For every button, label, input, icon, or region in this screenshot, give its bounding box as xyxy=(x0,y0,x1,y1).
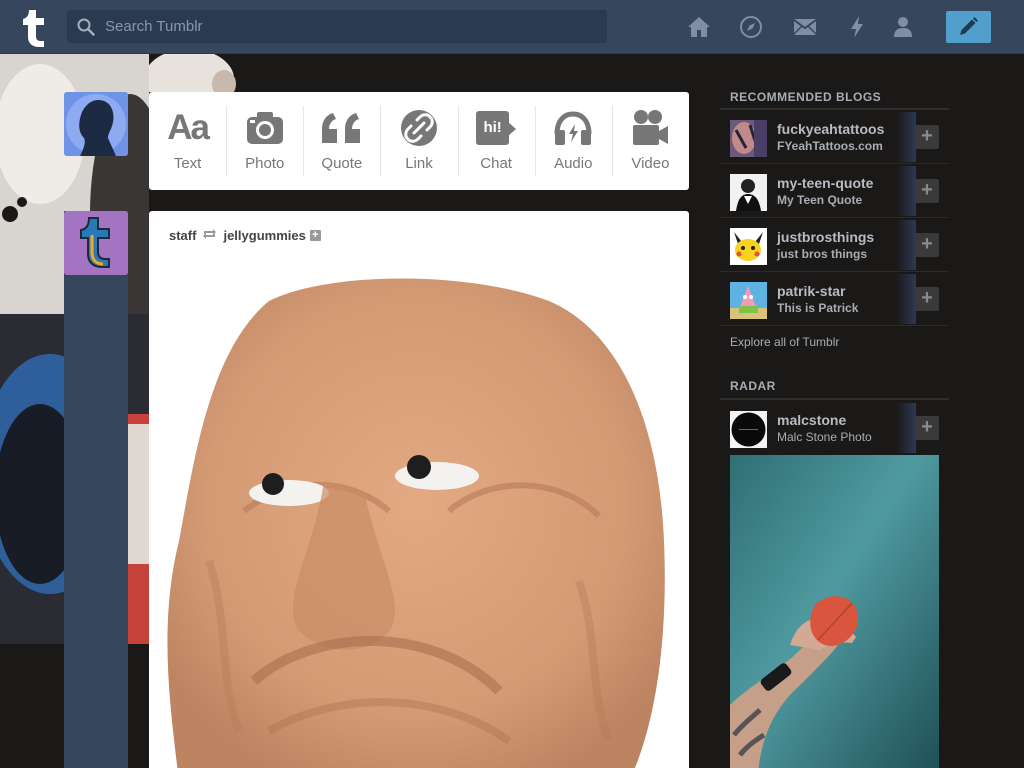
fade-overlay xyxy=(896,166,916,216)
blog-name[interactable]: patrik-star xyxy=(777,283,845,299)
pencil-icon xyxy=(960,17,978,35)
chat-icon: hi! xyxy=(476,111,517,145)
blog-name[interactable]: my-teen-quote xyxy=(777,175,873,191)
reblog-source-link[interactable]: jellygummies xyxy=(223,228,305,243)
post-type-quote[interactable]: Quote xyxy=(303,92,380,190)
explore-link[interactable]: Explore all of Tumblr xyxy=(730,335,839,349)
link-icon xyxy=(400,110,437,146)
search-box[interactable] xyxy=(67,10,607,43)
blog-title: FYeahTattoos.com xyxy=(777,139,883,153)
recommended-blog-item[interactable]: patrik-star This is Patrick + xyxy=(720,272,949,326)
radar-title: RADAR xyxy=(730,379,776,393)
blog-avatar[interactable] xyxy=(730,411,767,448)
background-photo-top xyxy=(149,54,249,92)
home-icon[interactable] xyxy=(687,15,711,39)
follow-button[interactable]: + xyxy=(915,233,939,257)
inbox-icon[interactable] xyxy=(793,15,817,39)
activity-icon[interactable] xyxy=(845,15,869,39)
blog-name[interactable]: justbrosthings xyxy=(777,229,874,245)
blog-title: This is Patrick xyxy=(777,301,859,315)
post-type-chat[interactable]: hi! Chat xyxy=(457,92,535,190)
blog-avatar[interactable] xyxy=(730,174,767,211)
post-author-link[interactable]: staff xyxy=(169,228,196,243)
recommended-blog-item[interactable]: fuckyeahtattoos FYeahTattoos.com + xyxy=(720,110,949,164)
search-input[interactable] xyxy=(105,10,595,43)
post-type-label: Chat xyxy=(480,155,512,172)
staff-avatar-column xyxy=(64,211,128,768)
post-type-audio[interactable]: Audio xyxy=(534,92,612,190)
video-camera-icon xyxy=(633,110,669,145)
user-avatar[interactable] xyxy=(64,92,128,156)
recommended-blog-item[interactable]: justbrosthings just bros things + xyxy=(720,218,949,272)
radar-blog-item[interactable]: malcstone Malc Stone Photo + xyxy=(720,401,949,455)
reblog-icon xyxy=(202,228,217,243)
compose-button[interactable] xyxy=(946,11,991,43)
blog-title: My Teen Quote xyxy=(777,193,863,207)
follow-button[interactable]: + xyxy=(915,125,939,149)
post-type-label: Video xyxy=(631,155,670,172)
post-type-label: Photo xyxy=(245,155,285,172)
post-type-label: Text xyxy=(173,155,202,172)
post-photo[interactable] xyxy=(149,261,689,768)
dashboard-post: staff jellygummies + xyxy=(149,211,689,768)
explore-icon[interactable] xyxy=(739,15,763,39)
headphones-icon xyxy=(554,111,592,145)
post-type-video[interactable]: Video xyxy=(611,92,689,190)
post-type-label: Link xyxy=(405,155,433,172)
blog-name[interactable]: malcstone xyxy=(777,412,846,428)
quote-icon xyxy=(321,113,360,143)
fade-overlay xyxy=(896,403,916,453)
post-type-label: Audio xyxy=(554,155,593,172)
blog-avatar[interactable] xyxy=(730,120,767,157)
blog-title: Malc Stone Photo xyxy=(777,430,872,444)
fade-overlay xyxy=(896,112,916,162)
tumblr-logo[interactable] xyxy=(18,8,48,48)
blog-avatar[interactable] xyxy=(730,228,767,265)
post-type-text[interactable]: Aa Text xyxy=(149,92,226,190)
blog-avatar[interactable] xyxy=(730,282,767,319)
text-icon: Aa xyxy=(167,108,210,147)
follow-button[interactable]: + xyxy=(915,287,939,311)
post-type-label: Quote xyxy=(321,155,363,172)
top-navigation-bar xyxy=(0,0,1024,54)
post-type-bar: Aa Text Photo Quote Link hi! Chat Audio … xyxy=(149,92,689,190)
follow-button[interactable]: + xyxy=(915,179,939,203)
fade-overlay xyxy=(896,220,916,270)
recommended-blogs-title: RECOMMENDED BLOGS xyxy=(730,90,882,104)
post-type-photo[interactable]: Photo xyxy=(226,92,303,190)
staff-avatar[interactable] xyxy=(64,211,128,275)
divider xyxy=(720,398,949,400)
follow-plus-icon[interactable]: + xyxy=(309,229,321,241)
search-icon xyxy=(77,18,95,36)
follow-button[interactable]: + xyxy=(915,416,939,440)
post-header: staff jellygummies + xyxy=(169,227,321,243)
recommended-blog-item[interactable]: my-teen-quote My Teen Quote + xyxy=(720,164,949,218)
account-icon[interactable] xyxy=(891,15,915,39)
blog-name[interactable]: fuckyeahtattoos xyxy=(777,121,884,137)
post-type-link[interactable]: Link xyxy=(380,92,457,190)
fade-overlay xyxy=(896,274,916,324)
radar-photo[interactable] xyxy=(730,455,939,768)
camera-icon xyxy=(246,112,283,144)
blog-title: just bros things xyxy=(777,247,867,261)
